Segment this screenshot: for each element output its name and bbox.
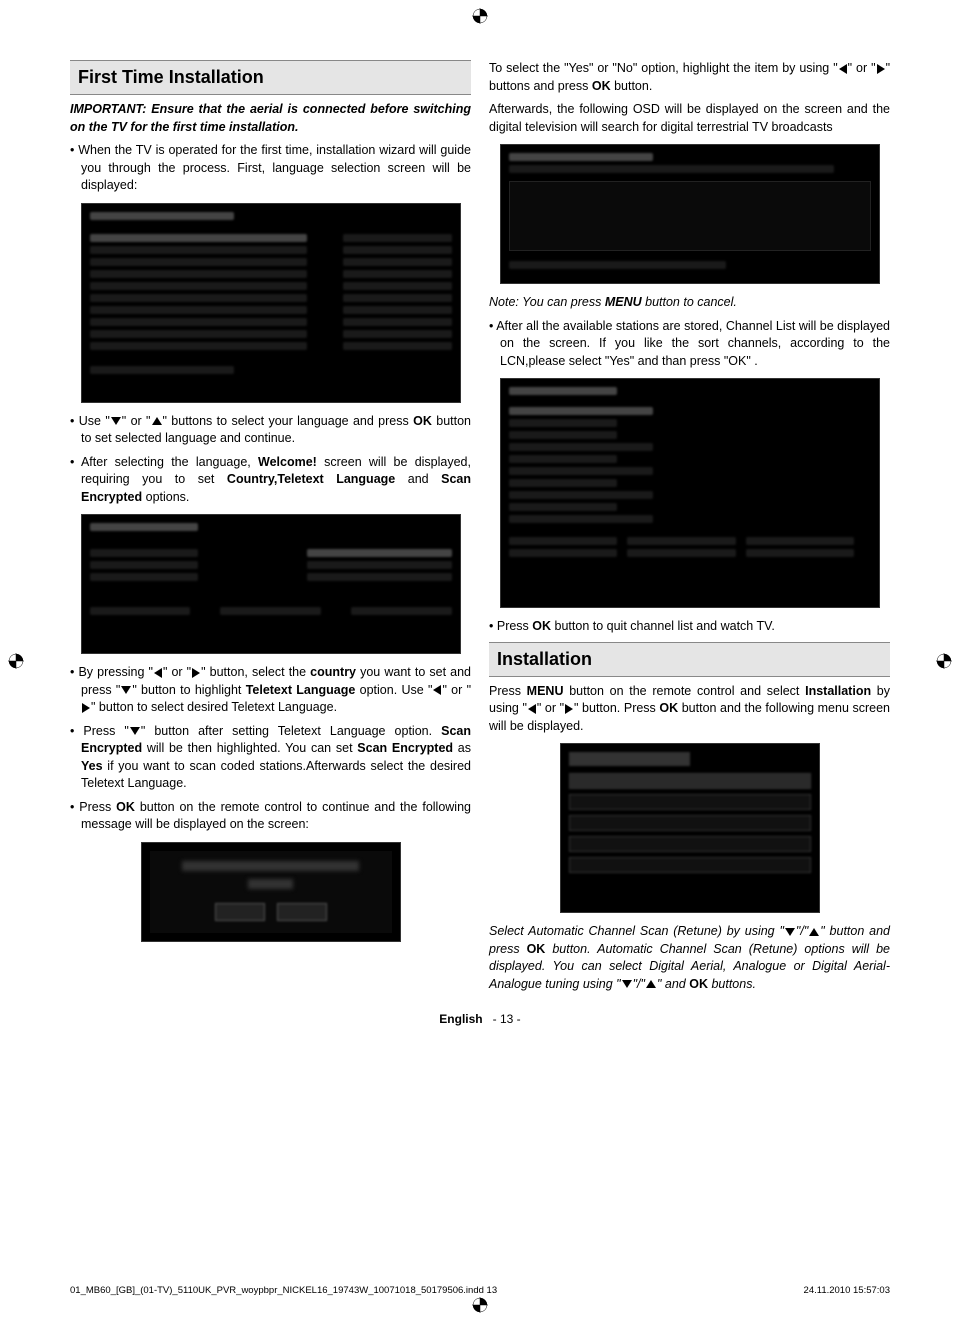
text: OK (532, 619, 551, 633)
screenshot-language-selection (81, 203, 461, 403)
bullet-text: • By pressing "" or "" button, select th… (70, 664, 471, 717)
footer-timestamp: 24.11.2010 15:57:03 (804, 1284, 890, 1297)
text: option. Use " (355, 683, 432, 697)
text: " button, select the (201, 665, 310, 679)
text: button. (611, 79, 653, 93)
text: Welcome! (258, 455, 317, 469)
text: Press (489, 684, 527, 698)
screenshot-installation-menu (560, 743, 820, 913)
text: Select Automatic Channel Scan (Retune) b… (489, 924, 784, 938)
paragraph: Select Automatic Channel Scan (Retune) b… (489, 923, 890, 993)
text: " or " (442, 683, 471, 697)
right-arrow-icon (192, 668, 200, 678)
bullet-text: • After selecting the language, Welcome!… (70, 454, 471, 507)
text: To select the "Yes" or "No" option, high… (489, 61, 838, 75)
up-arrow-icon (152, 417, 162, 425)
text: " and (657, 977, 689, 991)
text: OK (527, 942, 546, 956)
text: " or " (848, 61, 876, 75)
text: Press (79, 800, 116, 814)
text: will be then highlighted. You can set (142, 741, 357, 755)
text: After selecting the language, (81, 455, 258, 469)
right-arrow-icon (82, 703, 90, 713)
down-arrow-icon (785, 928, 795, 936)
text: OK (659, 701, 678, 715)
page-num-value: - 13 - (493, 1012, 521, 1026)
right-arrow-icon (877, 64, 885, 74)
text: buttons. (708, 977, 756, 991)
text: MENU (527, 684, 564, 698)
section-heading: First Time Installation (70, 60, 471, 95)
screenshot-channel-search (500, 144, 880, 284)
footer-filename: 01_MB60_[GB]_(01-TV)_5110UK_PVR_woypbpr_… (70, 1284, 497, 1297)
text: " button after setting Teletext Language… (141, 724, 441, 738)
paragraph: Afterwards, the following OSD will be di… (489, 101, 890, 136)
text: " button to highlight (132, 683, 245, 697)
text: options. (142, 490, 189, 504)
text: Installation (805, 684, 871, 698)
right-arrow-icon (565, 704, 573, 714)
ok-label: OK (413, 414, 432, 428)
text: if you want to scan coded stations.After… (81, 759, 471, 791)
left-arrow-icon (154, 668, 162, 678)
left-arrow-icon (839, 64, 847, 74)
important-note: IMPORTANT: Ensure that the aerial is con… (70, 101, 471, 136)
up-arrow-icon (646, 980, 656, 988)
text: button on the remote control and select (563, 684, 805, 698)
screenshot-welcome (81, 514, 461, 654)
text: Press " (83, 724, 128, 738)
screenshot-confirm-dialog (141, 842, 401, 942)
screenshot-channel-list (500, 378, 880, 608)
text: OK (592, 79, 611, 93)
text: Note: You can press (489, 295, 605, 309)
text: Use " (79, 414, 110, 428)
up-arrow-icon (809, 928, 819, 936)
text: Press (497, 619, 532, 633)
bullet-text: When the TV is operated for the first ti… (70, 142, 471, 195)
bullet-text: • Press OK button on the remote control … (70, 799, 471, 834)
text: Country,Teletext Language (227, 472, 395, 486)
bullet-text: • Press OK button to quit channel list a… (489, 618, 890, 636)
text: " button to select desired Teletext Lang… (91, 700, 337, 714)
bullet-text: After all the available stations are sto… (489, 318, 890, 371)
text: "/" (796, 924, 808, 938)
text: " or " (537, 701, 564, 715)
text: button on the remote control to continue… (81, 800, 471, 832)
down-arrow-icon (130, 727, 140, 735)
left-column: First Time Installation IMPORTANT: Ensur… (70, 60, 471, 999)
right-column: To select the "Yes" or "No" option, high… (489, 60, 890, 999)
text: "/" (633, 977, 645, 991)
note-text: Note: You can press MENU button to cance… (489, 294, 890, 312)
bullet-text: • Press "" button after setting Teletext… (70, 723, 471, 793)
text: Scan Encrypted (357, 741, 453, 755)
text: button to quit channel list and watch TV… (551, 619, 775, 633)
down-arrow-icon (111, 417, 121, 425)
text: " or " (122, 414, 151, 428)
text: button to cancel. (642, 295, 737, 309)
page-content: First Time Installation IMPORTANT: Ensur… (0, 0, 960, 1321)
page-number: English - 13 - (70, 1011, 890, 1028)
text: " buttons to select your language and pr… (163, 414, 414, 428)
print-footer: 01_MB60_[GB]_(01-TV)_5110UK_PVR_woypbpr_… (70, 1284, 890, 1297)
text: country (310, 665, 356, 679)
text: as (453, 741, 471, 755)
text: MENU (605, 295, 642, 309)
down-arrow-icon (622, 980, 632, 988)
bullet-text: • Use "" or "" buttons to select your la… (70, 413, 471, 448)
text: OK (689, 977, 708, 991)
paragraph: To select the "Yes" or "No" option, high… (489, 60, 890, 95)
text: and (395, 472, 441, 486)
down-arrow-icon (121, 686, 131, 694)
section-heading: Installation (489, 642, 890, 677)
left-arrow-icon (528, 704, 536, 714)
text: By pressing " (78, 665, 152, 679)
text: OK (116, 800, 135, 814)
text: Yes (81, 759, 103, 773)
text: Teletext Language (246, 683, 356, 697)
paragraph: Press MENU button on the remote control … (489, 683, 890, 736)
text: " or " (163, 665, 191, 679)
page-lang: English (439, 1012, 482, 1026)
left-arrow-icon (433, 685, 441, 695)
text: " button. Press (574, 701, 659, 715)
